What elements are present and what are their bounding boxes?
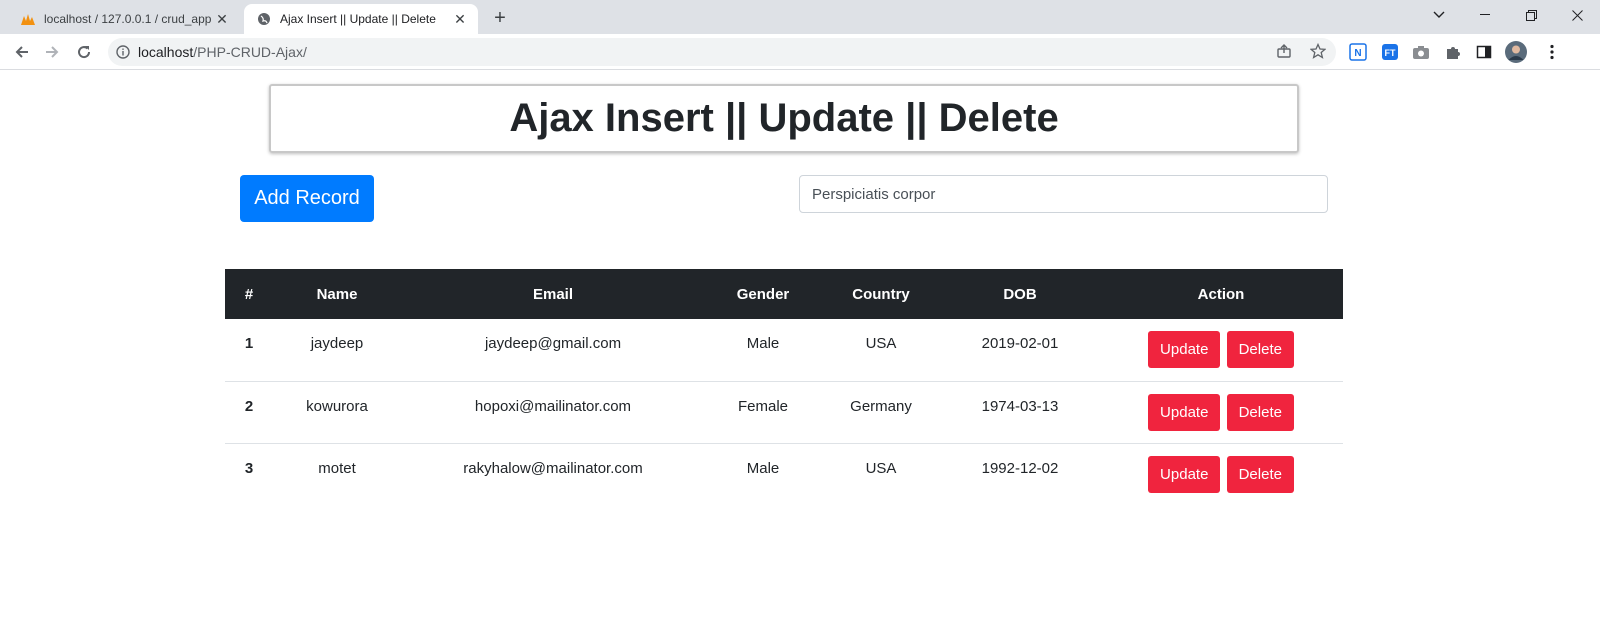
close-tab-icon[interactable]: ✕	[212, 9, 232, 29]
restore-icon[interactable]	[1508, 0, 1554, 30]
delete-button[interactable]: Delete	[1226, 455, 1294, 493]
phpmyadmin-icon	[20, 11, 36, 27]
cell-name: kowurora	[306, 397, 368, 415]
header-email: Email	[532, 285, 574, 303]
delete-button[interactable]: Delete	[1226, 393, 1294, 431]
tab-search-icon[interactable]	[1416, 0, 1462, 30]
tab-title: localhost / 127.0.0.1 / crud_app |	[44, 12, 212, 26]
extension-ft-icon[interactable]: FT	[1380, 42, 1400, 62]
cell-country: USA	[865, 335, 897, 352]
cell-email: hopoxi@mailinator.com	[474, 397, 632, 415]
cell-country: Germany	[850, 397, 912, 415]
window-controls	[1416, 0, 1600, 30]
cell-action: Update Delete	[1099, 381, 1343, 443]
share-icon[interactable]	[1276, 43, 1292, 62]
cell-gender: Female	[737, 397, 789, 415]
address-bar[interactable]: localhost/PHP-CRUD-Ajax/	[108, 38, 1336, 66]
cell-index: 3	[244, 459, 254, 477]
records-table: # Name Email Gender Country DOB Action 1…	[225, 269, 1343, 505]
table-row: 2 kowurora hopoxi@mailinator.com Female …	[225, 381, 1343, 443]
header-action: Action	[1197, 285, 1245, 303]
browser-tab-ajax-crud[interactable]: Ajax Insert || Update || Delete ✕	[244, 4, 478, 34]
info-icon[interactable]	[108, 45, 138, 59]
table-row: 3 motet rakyhalow@mailinator.com Male US…	[225, 443, 1343, 505]
page-title: Ajax Insert || Update || Delete	[509, 96, 1059, 140]
svg-text:N: N	[1354, 48, 1361, 59]
bookmark-star-icon[interactable]	[1309, 42, 1327, 62]
svg-text:FT: FT	[1385, 48, 1396, 58]
delete-button[interactable]: Delete	[1226, 331, 1294, 368]
cell-gender: Male	[746, 335, 780, 352]
url-path: /PHP-CRUD-Ajax/	[193, 44, 307, 60]
close-tab-icon[interactable]: ✕	[450, 9, 470, 29]
header-name: Name	[316, 285, 358, 303]
tab-title: Ajax Insert || Update || Delete	[280, 12, 436, 26]
cell-name: jaydeep	[310, 335, 364, 352]
cell-gender: Male	[746, 459, 780, 477]
minimize-icon[interactable]	[1462, 0, 1508, 30]
update-button[interactable]: Update	[1148, 455, 1221, 493]
table-header-row: # Name Email Gender Country DOB Action	[225, 269, 1343, 319]
new-tab-icon[interactable]: +	[488, 6, 512, 30]
profile-avatar[interactable]	[1505, 41, 1527, 63]
header-gender: Gender	[736, 285, 790, 303]
add-record-button[interactable]: Add Record	[240, 175, 374, 222]
header-index: #	[244, 285, 254, 303]
cell-action: Update Delete	[1099, 443, 1343, 505]
cell-index: 1	[244, 335, 254, 352]
header-country: Country	[852, 285, 910, 303]
cell-email: rakyhalow@mailinator.com	[463, 459, 643, 477]
cell-action: Update Delete	[1099, 319, 1343, 381]
browser-tab-phpmyadmin[interactable]: localhost / 127.0.0.1 / crud_app | ✕	[8, 4, 240, 34]
cell-email: jaydeep@gmail.com	[484, 335, 622, 352]
update-button[interactable]: Update	[1148, 393, 1221, 431]
cell-index: 2	[244, 397, 254, 415]
table-row: 1 jaydeep jaydeep@gmail.com Male USA 201…	[225, 319, 1343, 381]
cell-dob: 1974-03-13	[981, 397, 1059, 415]
back-arrow-icon[interactable]	[8, 38, 36, 66]
camera-icon[interactable]	[1411, 42, 1431, 62]
extensions-puzzle-icon[interactable]	[1443, 42, 1463, 62]
cell-dob: 1992-12-02	[981, 459, 1059, 477]
extension-n-icon[interactable]: N	[1348, 42, 1368, 62]
cell-dob: 2019-02-01	[981, 335, 1059, 352]
browser-toolbar: localhost/PHP-CRUD-Ajax/ N FT	[0, 34, 1600, 70]
cell-name: motet	[318, 459, 356, 477]
url-host: localhost	[138, 44, 194, 60]
header-dob: DOB	[1003, 285, 1037, 303]
search-input[interactable]	[799, 175, 1328, 213]
cell-country: USA	[865, 459, 897, 477]
browser-tab-strip: localhost / 127.0.0.1 / crud_app | ✕ Aja…	[0, 0, 1600, 34]
side-panel-icon[interactable]	[1474, 42, 1494, 62]
globe-icon	[256, 11, 272, 27]
update-button[interactable]: Update	[1148, 331, 1221, 368]
reload-icon[interactable]	[70, 38, 98, 66]
close-window-icon[interactable]	[1554, 0, 1600, 30]
kebab-menu-icon[interactable]	[1542, 42, 1562, 62]
forward-arrow-icon[interactable]	[38, 38, 66, 66]
page-heading-box: Ajax Insert || Update || Delete	[269, 84, 1299, 153]
